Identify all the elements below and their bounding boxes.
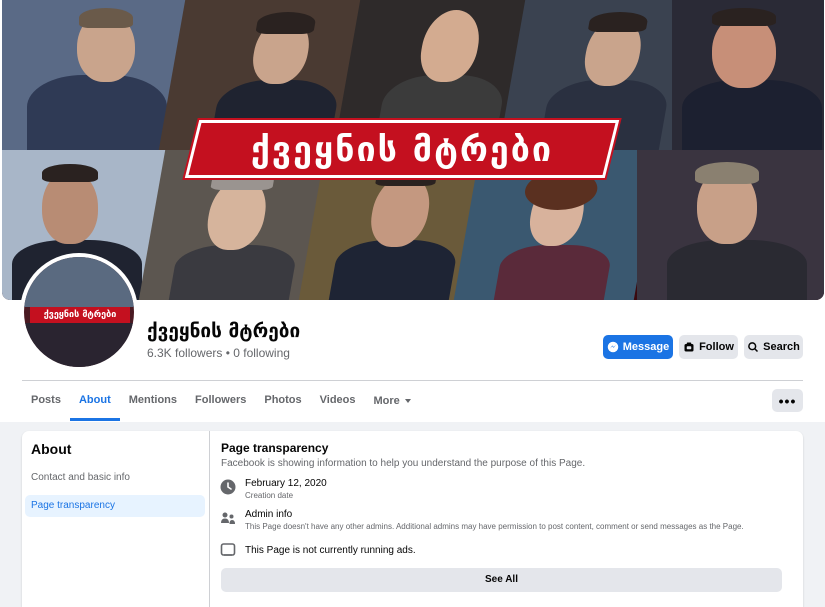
messenger-icon [607, 341, 618, 353]
tab-more-label: More [373, 395, 400, 407]
cover-photo[interactable]: ქვეყნის მტრები [2, 0, 824, 300]
message-label: Message [622, 341, 670, 353]
cover-banner-text: ქვეყნის მტრები [250, 130, 554, 170]
ads-icon [220, 543, 236, 556]
sidebar-item-page-transparency[interactable]: Page transparency [25, 495, 205, 517]
tab-posts[interactable]: Posts [22, 381, 70, 421]
avatar-banner-text: ქვეყნის მტრები [43, 310, 117, 320]
tab-followers[interactable]: Followers [186, 381, 255, 421]
about-card-divider [209, 431, 210, 607]
tab-mentions[interactable]: Mentions [120, 381, 186, 421]
cover-panel [637, 150, 824, 300]
avatar[interactable]: ქვეყნის მტრები [20, 253, 138, 371]
clock-icon [220, 479, 236, 495]
search-icon [748, 342, 759, 353]
tab-more[interactable]: More [365, 381, 421, 421]
more-options-button[interactable]: ••• [772, 389, 803, 412]
tab-photos[interactable]: Photos [255, 381, 310, 421]
admin-info-title: Admin info [245, 509, 293, 520]
message-button[interactable]: Message [603, 335, 673, 359]
section-description: Facebook is showing information to help … [221, 458, 586, 469]
follow-button[interactable]: Follow [679, 335, 738, 359]
ads-status: This Page is not currently running ads. [245, 545, 416, 556]
tab-videos[interactable]: Videos [311, 381, 365, 421]
section-title: Page transparency [221, 441, 329, 455]
page-stats[interactable]: 6.3K followers • 0 following [147, 346, 290, 360]
see-all-button[interactable]: See All [221, 568, 782, 592]
about-title: About [31, 441, 72, 457]
sidebar-item-contact-info[interactable]: Contact and basic info [25, 467, 205, 489]
tab-about[interactable]: About [69, 381, 120, 421]
avatar-image: ქვეყნის მტრები [24, 257, 134, 367]
profile-tabs: Posts About Mentions Followers Photos Vi… [22, 381, 421, 421]
search-button[interactable]: Search [744, 335, 803, 359]
admin-info-description: This Page doesn't have any other admins.… [245, 522, 744, 531]
follow-label: Follow [699, 341, 734, 353]
follow-icon [684, 342, 694, 352]
page-title: ქვეყნის მტრები [147, 320, 301, 342]
caret-down-icon [404, 399, 411, 403]
creation-date-label: Creation date [245, 491, 294, 500]
admin-icon [221, 512, 235, 524]
search-label: Search [763, 341, 800, 353]
creation-date: February 12, 2020 [245, 478, 327, 489]
cover-panel [672, 0, 824, 150]
